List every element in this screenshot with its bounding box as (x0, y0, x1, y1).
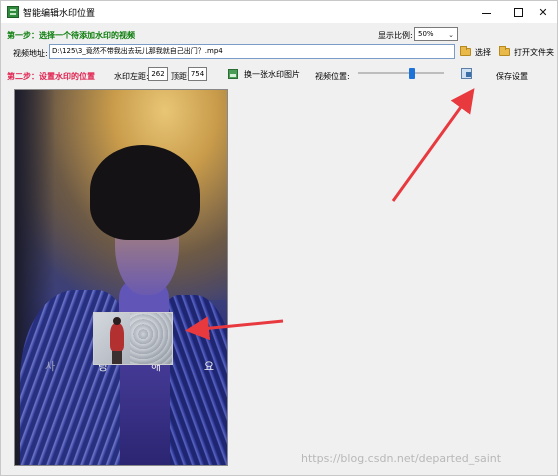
open-folder-button[interactable]: 打开文件夹 (499, 45, 554, 59)
video-position-label: 视频位置: (315, 72, 350, 81)
subtitle-char: 사 (45, 360, 57, 373)
minimize-button[interactable] (469, 1, 503, 23)
watermark-top-input[interactable]: 754 (188, 67, 207, 81)
close-icon: ✕ (538, 5, 548, 19)
display-ratio-select[interactable]: 50% ⌄ (414, 27, 458, 41)
display-ratio-value: 50% (418, 30, 434, 38)
subtitle-char: 요 (203, 360, 215, 373)
change-watermark-button-label: 换一张水印图片 (244, 69, 300, 79)
step1-heading: 第一步：选择一个待添加水印的视频 (7, 31, 135, 40)
save-settings-button[interactable]: 保存设置 (496, 71, 528, 82)
watermark-top-label: 顶距: (171, 72, 190, 81)
video-position-slider[interactable] (358, 72, 444, 74)
app-icon (7, 6, 19, 18)
window-title: 智能编辑水印位置 (23, 9, 96, 19)
step2-heading: 第二步：设置水印的位置 (7, 72, 95, 81)
image-icon (228, 69, 238, 79)
video-position-slider-thumb[interactable] (409, 68, 416, 79)
arrow-to-save (391, 88, 475, 202)
preview-hair (90, 145, 200, 240)
folder-icon (460, 46, 471, 56)
minimize-icon (481, 12, 491, 14)
select-button-label: 选择 (475, 47, 491, 57)
video-path-label: 视频地址: (13, 49, 48, 58)
open-folder-button-label: 打开文件夹 (514, 47, 554, 57)
watermark-left-label: 水印左距: (114, 72, 149, 81)
video-path-input[interactable]: D:\125\3_竟然不带我出去玩儿那我就自己出门？.mp4 (49, 44, 455, 59)
watermark-left-input[interactable]: 262 (148, 67, 168, 81)
watermark-url: https://blog.csdn.net/departed_saint (301, 452, 502, 465)
folder-icon (499, 46, 510, 56)
close-button[interactable]: ✕ (529, 1, 557, 23)
dropdown-caret-icon: ⌄ (448, 31, 454, 39)
video-preview: 사 랑 해 요 (14, 89, 228, 466)
select-button[interactable]: 选择 (460, 45, 491, 59)
display-ratio-label: 显示比例: (378, 31, 413, 40)
title-bar: 智能编辑水印位置 ✕ (1, 1, 557, 23)
maximize-icon (513, 7, 523, 17)
app-window: 智能编辑水印位置 ✕ 第一步：选择一个待添加水印的视频 显示比例: 50% ⌄ … (0, 0, 558, 476)
change-watermark-button[interactable]: 换一张水印图片 (228, 67, 300, 81)
watermark-image[interactable] (93, 312, 173, 365)
save-icon[interactable] (461, 68, 472, 79)
